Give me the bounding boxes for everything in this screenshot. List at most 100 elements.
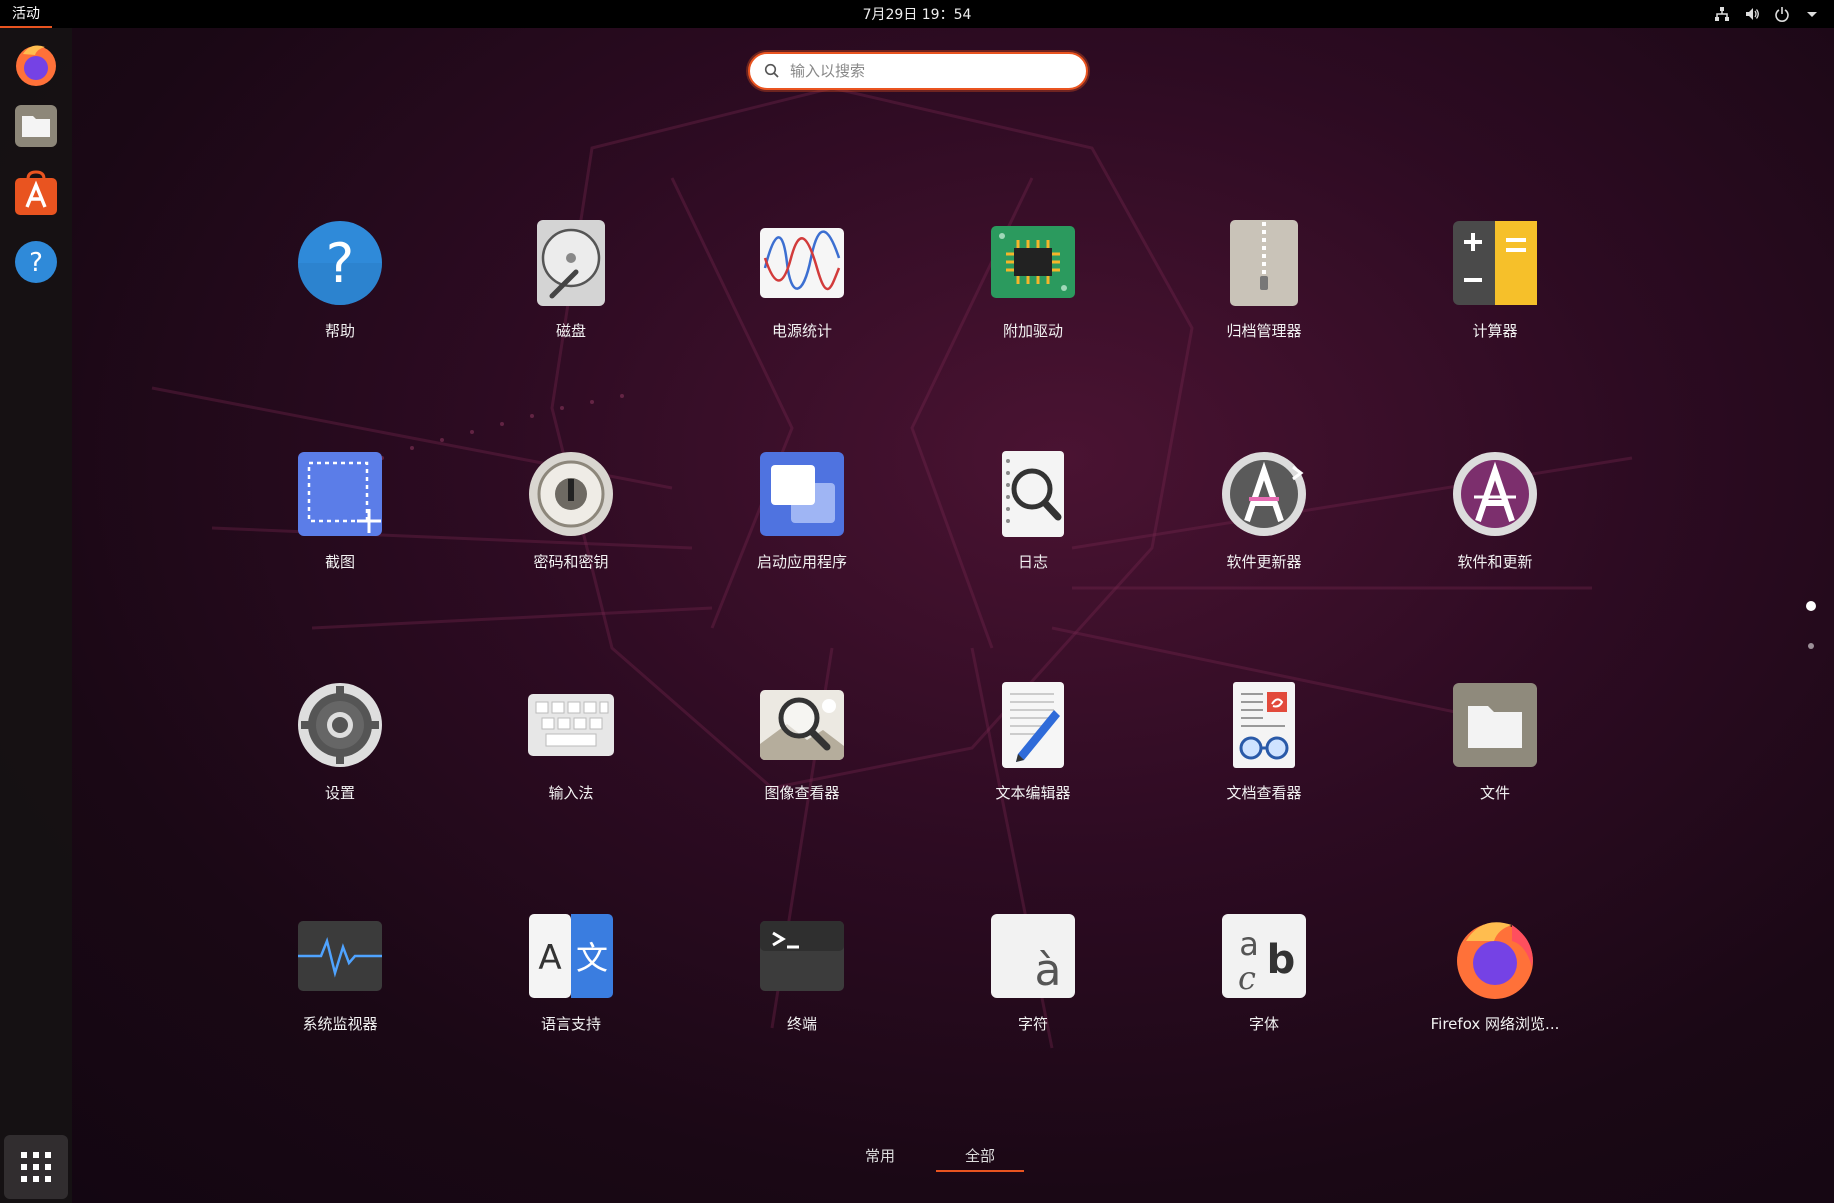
clock[interactable]: 7月29日 19：54 (863, 0, 972, 28)
svg-text:A: A (538, 938, 561, 978)
gear-icon (295, 680, 385, 770)
language-icon: A文 (526, 911, 616, 1001)
svg-text:文: 文 (576, 939, 608, 977)
software-store-icon (15, 170, 57, 215)
search-icon (764, 63, 779, 78)
document-viewer-icon (1219, 680, 1309, 770)
search-bar[interactable] (748, 52, 1088, 90)
keyboard-icon (526, 680, 616, 770)
view-tabs: 常用 全部 (830, 1138, 1030, 1172)
tab-all[interactable]: 全部 (930, 1138, 1030, 1172)
app-firefox[interactable]: Firefox 网络浏览... (1395, 911, 1595, 1081)
search-input[interactable] (790, 62, 1060, 80)
svg-text:?: ? (326, 232, 355, 295)
app-fonts[interactable]: acb 字体 (1164, 911, 1364, 1081)
app-label: 日志 (1017, 553, 1048, 571)
screenshot-icon (295, 449, 385, 539)
app-logs[interactable]: 日志 (933, 449, 1133, 619)
app-document-viewer[interactable]: 文档查看器 (1164, 680, 1364, 850)
image-viewer-icon (757, 680, 847, 770)
system-tray[interactable] (1714, 0, 1820, 28)
app-archive-manager[interactable]: 归档管理器 (1164, 218, 1364, 388)
volume-icon[interactable] (1744, 6, 1760, 22)
firefox-icon (16, 45, 56, 86)
app-image-viewer[interactable]: 图像查看器 (702, 680, 902, 850)
dock-item-software[interactable] (8, 166, 64, 222)
app-settings[interactable]: 设置 (240, 680, 440, 850)
system-monitor-icon (295, 911, 385, 1001)
app-system-monitor[interactable]: 系统监视器 (240, 911, 440, 1081)
app-label: 系统监视器 (302, 1015, 378, 1033)
app-label: 文件 (1479, 784, 1510, 802)
app-label: 终端 (786, 1015, 817, 1033)
text-editor-icon (988, 680, 1078, 770)
dropdown-arrow-icon[interactable] (1804, 6, 1820, 22)
app-input-method[interactable]: 输入法 (471, 680, 671, 850)
dock-item-firefox[interactable] (8, 36, 64, 92)
keyring-icon (526, 449, 616, 539)
app-label: 语言支持 (540, 1015, 601, 1033)
top-bar: 活动 7月29日 19：54 (0, 0, 1834, 28)
startup-apps-icon (757, 449, 847, 539)
app-language-support[interactable]: A文 语言支持 (471, 911, 671, 1081)
tab-frequent[interactable]: 常用 (830, 1138, 930, 1172)
app-label: 截图 (324, 553, 355, 571)
app-power-statistics[interactable]: 电源统计 (702, 218, 902, 388)
app-help[interactable]: ? 帮助 (240, 218, 440, 388)
power-stats-icon (757, 218, 847, 308)
app-label: 字符 (1017, 1015, 1048, 1033)
dock: ? (0, 28, 72, 1203)
software-properties-icon (1450, 449, 1540, 539)
logs-icon (988, 449, 1078, 539)
app-label: 软件和更新 (1457, 553, 1533, 571)
app-label: Firefox 网络浏览... (1430, 1015, 1560, 1033)
app-label: 启动应用程序 (756, 553, 847, 571)
show-applications-button[interactable] (4, 1135, 68, 1199)
calculator-icon (1450, 218, 1540, 308)
app-software-updater[interactable]: 软件更新器 (1164, 449, 1364, 619)
app-terminal[interactable]: 终端 (702, 911, 902, 1081)
app-label: 计算器 (1472, 322, 1518, 340)
app-label: 附加驱动 (1002, 322, 1063, 340)
app-software-updates[interactable]: 软件和更新 (1395, 449, 1595, 619)
network-icon[interactable] (1714, 6, 1730, 22)
help-icon: ? (15, 241, 57, 283)
svg-text:?: ? (29, 248, 43, 278)
app-label: 设置 (324, 784, 355, 802)
software-updater-icon (1219, 449, 1309, 539)
app-files[interactable]: 文件 (1395, 680, 1595, 850)
chip-icon (988, 218, 1078, 308)
app-characters[interactable]: à 字符 (933, 911, 1133, 1081)
app-screenshot[interactable]: 截图 (240, 449, 440, 619)
svg-text:a: a (1239, 925, 1259, 963)
grid-icon (21, 1152, 51, 1182)
page-indicator-2[interactable] (1808, 643, 1814, 649)
disk-icon (526, 218, 616, 308)
app-calculator[interactable]: 计算器 (1395, 218, 1595, 388)
svg-text:à: à (1035, 945, 1062, 996)
app-label: 字体 (1248, 1015, 1279, 1033)
dock-item-help[interactable]: ? (8, 234, 64, 290)
app-text-editor[interactable]: 文本编辑器 (933, 680, 1133, 850)
fonts-icon: acb (1219, 911, 1309, 1001)
characters-icon: à (988, 911, 1078, 1001)
app-additional-drivers[interactable]: 附加驱动 (933, 218, 1133, 388)
files-icon (1450, 680, 1540, 770)
files-icon (15, 105, 57, 147)
app-startup-applications[interactable]: 启动应用程序 (702, 449, 902, 619)
terminal-icon (757, 911, 847, 1001)
dock-item-files[interactable] (8, 98, 64, 154)
app-label: 电源统计 (771, 322, 832, 340)
app-label: 归档管理器 (1226, 322, 1302, 340)
app-label: 帮助 (324, 322, 355, 340)
svg-text:c: c (1238, 959, 1256, 997)
app-passwords-keys[interactable]: 密码和密钥 (471, 449, 671, 619)
power-icon[interactable] (1774, 6, 1790, 22)
app-label: 软件更新器 (1226, 553, 1302, 571)
firefox-icon (1450, 911, 1540, 1001)
app-disks[interactable]: 磁盘 (471, 218, 671, 388)
svg-text:b: b (1267, 937, 1296, 983)
page-indicator-1[interactable] (1806, 601, 1816, 611)
activities-button[interactable]: 活动 (0, 0, 52, 28)
app-label: 密码和密钥 (533, 553, 609, 571)
